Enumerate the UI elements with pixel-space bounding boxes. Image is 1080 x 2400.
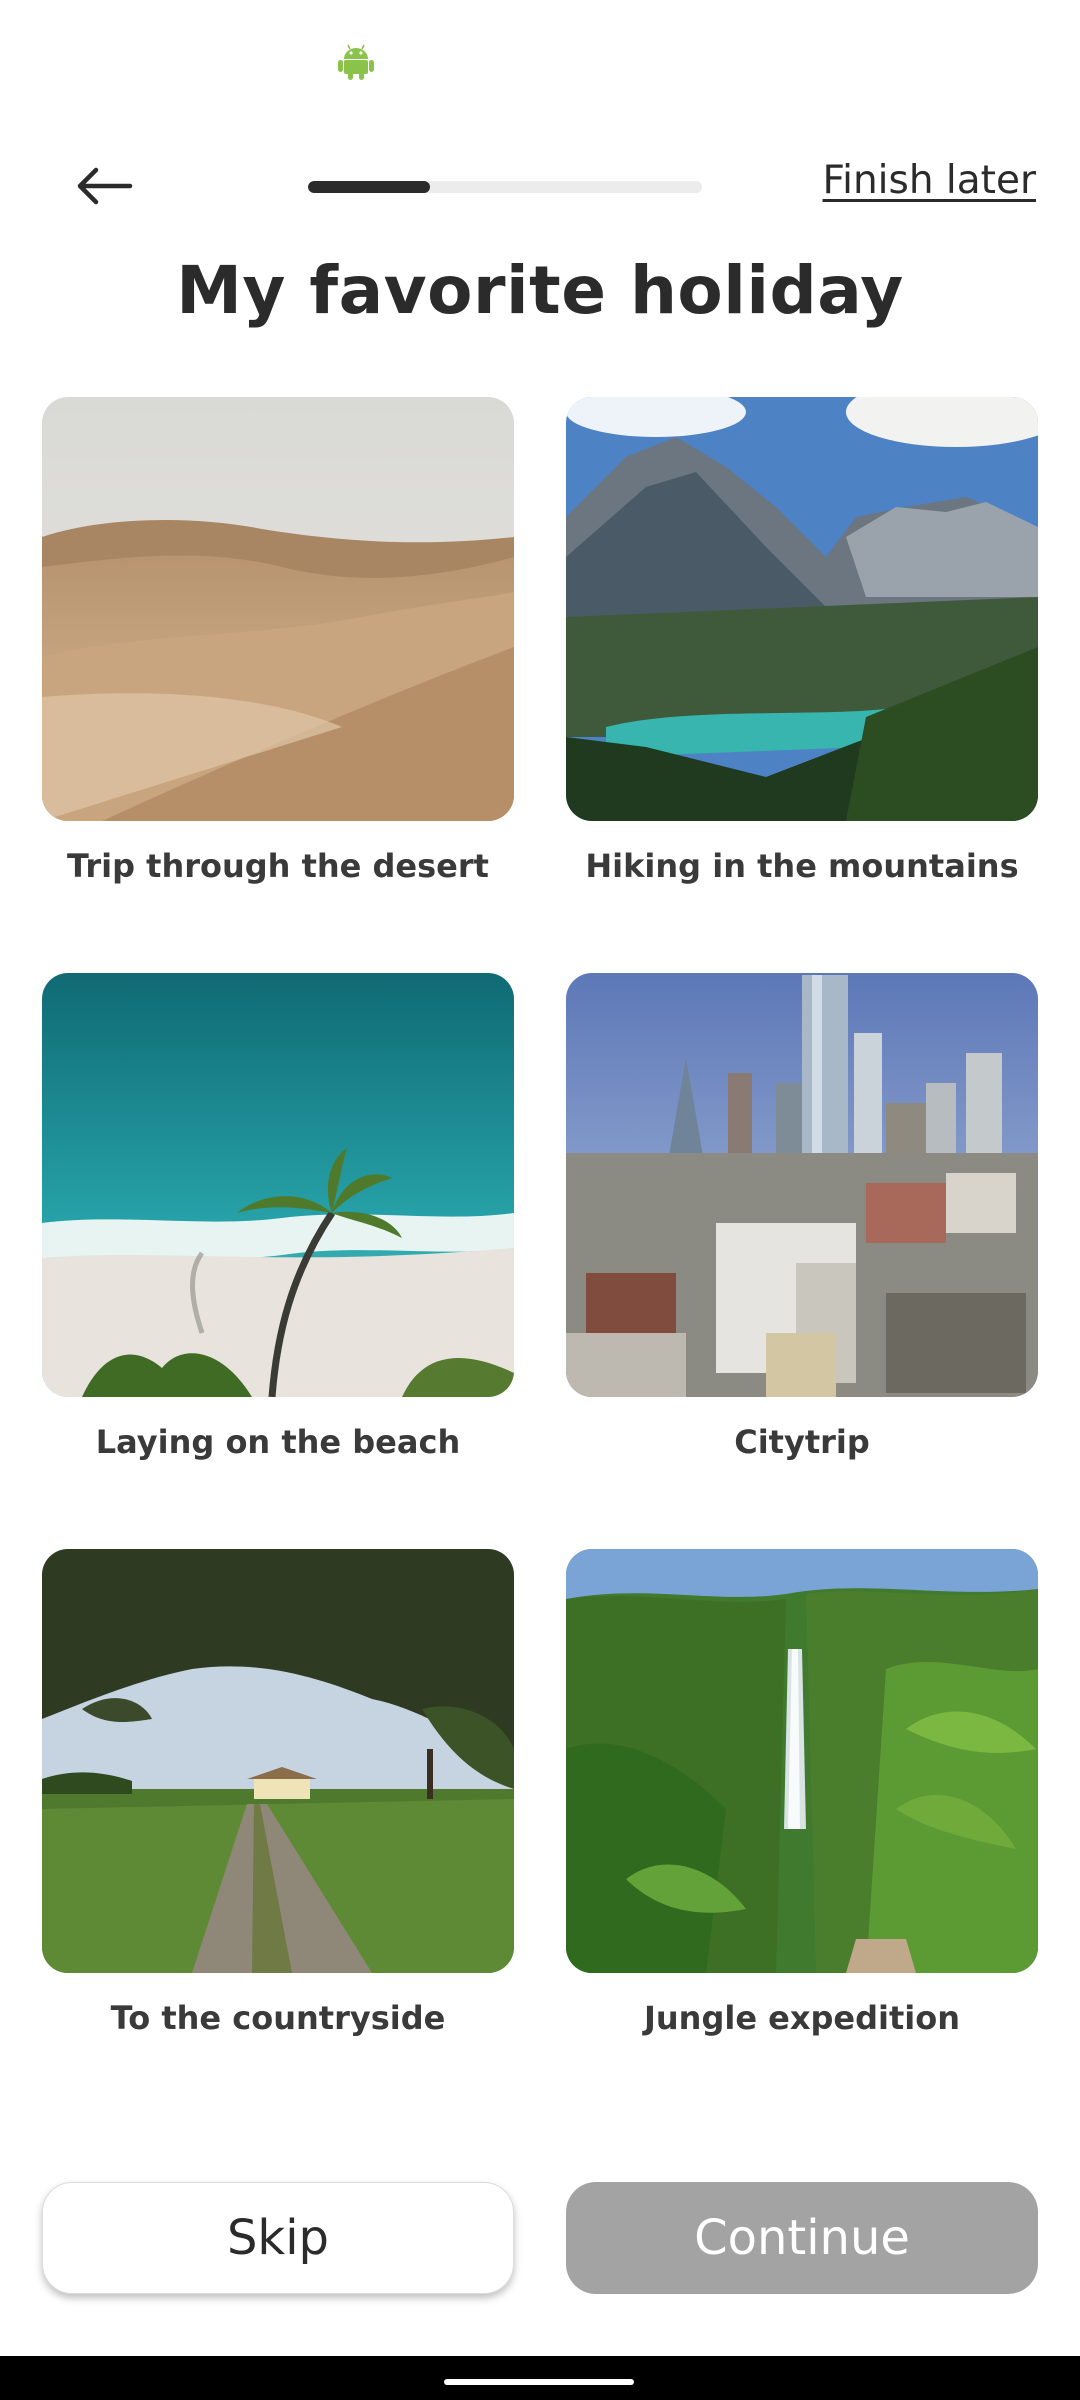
home-handle[interactable] xyxy=(444,2379,634,2385)
progress-fill xyxy=(308,181,431,193)
beach-image xyxy=(42,973,514,1397)
arrow-left-icon xyxy=(77,167,133,205)
option-label: To the countryside xyxy=(110,1999,446,2037)
jungle-image xyxy=(566,1549,1038,1973)
continue-button[interactable]: Continue xyxy=(566,2182,1038,2294)
mountains-image xyxy=(566,397,1038,821)
skip-button[interactable]: Skip xyxy=(42,2182,514,2294)
finish-later-link[interactable]: Finish later xyxy=(823,158,1036,203)
progress-bar xyxy=(308,181,702,193)
back-button[interactable] xyxy=(62,150,146,222)
option-label: Citytrip xyxy=(734,1423,870,1461)
page-title: My favorite holiday xyxy=(176,252,904,329)
city-image xyxy=(566,973,1038,1397)
navigation-bar xyxy=(0,2356,1080,2400)
option-label: Jungle expedition xyxy=(643,1999,961,2037)
option-card-jungle[interactable]: Jungle expedition xyxy=(566,1549,1038,2037)
option-card-beach[interactable]: Laying on the beach xyxy=(42,973,514,1461)
countryside-image xyxy=(42,1549,514,1973)
option-label: Hiking in the mountains xyxy=(585,847,1019,885)
option-card-desert[interactable]: Trip through the desert xyxy=(42,397,514,885)
option-label: Trip through the desert xyxy=(67,847,489,885)
desert-image xyxy=(42,397,514,821)
option-card-city[interactable]: Citytrip xyxy=(566,973,1038,1461)
option-card-mountains[interactable]: Hiking in the mountains xyxy=(566,397,1038,885)
android-icon xyxy=(338,44,374,80)
option-label: Laying on the beach xyxy=(95,1423,461,1461)
option-card-countryside[interactable]: To the countryside xyxy=(42,1549,514,2037)
status-bar xyxy=(0,0,1080,120)
